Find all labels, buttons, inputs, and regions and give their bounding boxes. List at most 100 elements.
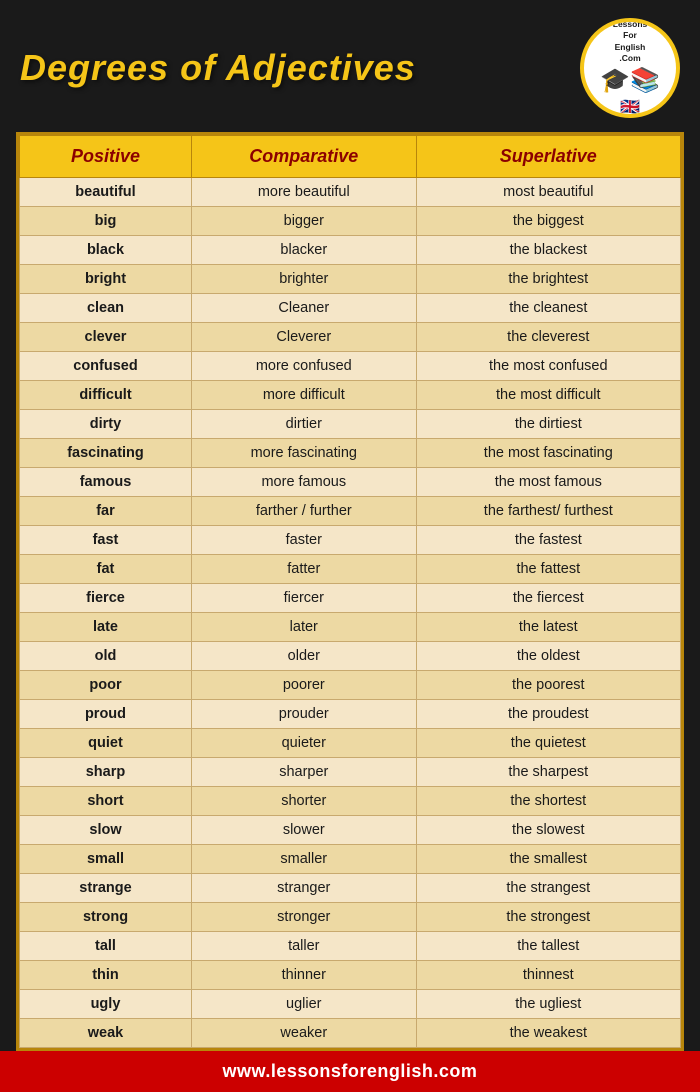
cell-comparative: quieter xyxy=(191,729,416,758)
cell-positive: strong xyxy=(20,903,192,932)
cell-comparative: taller xyxy=(191,932,416,961)
cell-positive: dirty xyxy=(20,410,192,439)
table-row: difficultmore difficultthe most difficul… xyxy=(20,381,681,410)
table-row: dirtydirtierthe dirtiest xyxy=(20,410,681,439)
cell-positive: difficult xyxy=(20,381,192,410)
table-row: famousmore famousthe most famous xyxy=(20,468,681,497)
cell-superlative: the dirtiest xyxy=(416,410,680,439)
cell-positive: fast xyxy=(20,526,192,555)
table-row: thinthinnerthinnest xyxy=(20,961,681,990)
cell-superlative: the sharpest xyxy=(416,758,680,787)
cell-superlative: the latest xyxy=(416,613,680,642)
table-row: poorpoorerthe poorest xyxy=(20,671,681,700)
table-row: proudprouderthe proudest xyxy=(20,700,681,729)
cell-comparative: more difficult xyxy=(191,381,416,410)
cell-comparative: more beautiful xyxy=(191,178,416,207)
table-row: fatfatterthe fattest xyxy=(20,555,681,584)
cell-positive: quiet xyxy=(20,729,192,758)
cell-positive: beautiful xyxy=(20,178,192,207)
cell-superlative: the poorest xyxy=(416,671,680,700)
table-row: brightbrighterthe brightest xyxy=(20,265,681,294)
cell-comparative: shorter xyxy=(191,787,416,816)
footer: www.lessonsforenglish.com xyxy=(0,1051,700,1092)
table-row: farfarther / furtherthe farthest/ furthe… xyxy=(20,497,681,526)
cell-positive: strange xyxy=(20,874,192,903)
cell-comparative: later xyxy=(191,613,416,642)
table-header-row: Positive Comparative Superlative xyxy=(20,136,681,178)
cell-positive: big xyxy=(20,207,192,236)
cell-superlative: the brightest xyxy=(416,265,680,294)
table-row: fascinatingmore fascinatingthe most fasc… xyxy=(20,439,681,468)
cell-superlative: the farthest/ furthest xyxy=(416,497,680,526)
table-row: blackblackerthe blackest xyxy=(20,236,681,265)
cell-positive: fascinating xyxy=(20,439,192,468)
cell-superlative: the most fascinating xyxy=(416,439,680,468)
cell-positive: famous xyxy=(20,468,192,497)
cell-comparative: smaller xyxy=(191,845,416,874)
cell-superlative: the fastest xyxy=(416,526,680,555)
table-row: uglyuglierthe ugliest xyxy=(20,990,681,1019)
table-row: talltallerthe tallest xyxy=(20,932,681,961)
cell-comparative: fatter xyxy=(191,555,416,584)
cell-positive: fierce xyxy=(20,584,192,613)
cell-superlative: the most difficult xyxy=(416,381,680,410)
cell-superlative: the ugliest xyxy=(416,990,680,1019)
table-row: slowslowerthe slowest xyxy=(20,816,681,845)
cell-comparative: Cleaner xyxy=(191,294,416,323)
cell-superlative: the strangest xyxy=(416,874,680,903)
logo-flag-icon: 🇬🇧 xyxy=(620,97,640,117)
header: Degrees of Adjectives LessonsForEnglish.… xyxy=(0,0,700,132)
cell-comparative: poorer xyxy=(191,671,416,700)
cell-superlative: the smallest xyxy=(416,845,680,874)
cell-superlative: the fattest xyxy=(416,555,680,584)
table-row: shortshorterthe shortest xyxy=(20,787,681,816)
table-row: cleanCleanerthe cleanest xyxy=(20,294,681,323)
cell-superlative: the cleverest xyxy=(416,323,680,352)
cell-comparative: blacker xyxy=(191,236,416,265)
cell-superlative: the cleanest xyxy=(416,294,680,323)
footer-url: www.lessonsforenglish.com xyxy=(10,1061,690,1082)
table-row: strongstrongerthe strongest xyxy=(20,903,681,932)
cell-positive: ugly xyxy=(20,990,192,1019)
cell-comparative: brighter xyxy=(191,265,416,294)
table-row: strangestrangerthe strangest xyxy=(20,874,681,903)
cell-superlative: thinnest xyxy=(416,961,680,990)
table-row: quietquieterthe quietest xyxy=(20,729,681,758)
cell-positive: poor xyxy=(20,671,192,700)
table-row: oldolderthe oldest xyxy=(20,642,681,671)
cell-positive: black xyxy=(20,236,192,265)
cell-comparative: faster xyxy=(191,526,416,555)
table-row: fastfasterthe fastest xyxy=(20,526,681,555)
cell-comparative: older xyxy=(191,642,416,671)
cell-superlative: the quietest xyxy=(416,729,680,758)
cell-positive: old xyxy=(20,642,192,671)
cell-superlative: the tallest xyxy=(416,932,680,961)
table-row: fiercefiercerthe fiercest xyxy=(20,584,681,613)
cell-comparative: more famous xyxy=(191,468,416,497)
col-header-positive: Positive xyxy=(20,136,192,178)
cell-superlative: the biggest xyxy=(416,207,680,236)
cell-positive: late xyxy=(20,613,192,642)
col-header-comparative: Comparative xyxy=(191,136,416,178)
page-title: Degrees of Adjectives xyxy=(20,47,416,89)
cell-positive: tall xyxy=(20,932,192,961)
logo-text: LessonsForEnglish.Com xyxy=(613,19,648,63)
cell-positive: confused xyxy=(20,352,192,381)
cell-comparative: bigger xyxy=(191,207,416,236)
cell-superlative: the blackest xyxy=(416,236,680,265)
cell-comparative: dirtier xyxy=(191,410,416,439)
cell-positive: weak xyxy=(20,1019,192,1048)
table-row: cleverClevererthe cleverest xyxy=(20,323,681,352)
cell-superlative: the oldest xyxy=(416,642,680,671)
page-wrapper: Degrees of Adjectives LessonsForEnglish.… xyxy=(0,0,700,1092)
cell-comparative: fiercer xyxy=(191,584,416,613)
table-row: beautifulmore beautifulmost beautiful xyxy=(20,178,681,207)
cell-positive: proud xyxy=(20,700,192,729)
cell-comparative: stronger xyxy=(191,903,416,932)
cell-positive: small xyxy=(20,845,192,874)
cell-superlative: the proudest xyxy=(416,700,680,729)
table-row: latelaterthe latest xyxy=(20,613,681,642)
cell-superlative: the most famous xyxy=(416,468,680,497)
cell-comparative: thinner xyxy=(191,961,416,990)
cell-positive: clever xyxy=(20,323,192,352)
